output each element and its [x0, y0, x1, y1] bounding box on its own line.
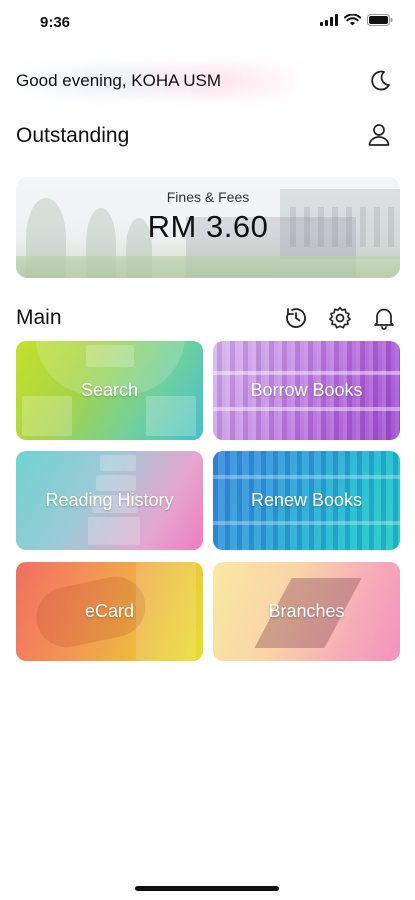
borrow-books-label: Borrow Books	[250, 380, 363, 400]
shelf-line	[213, 521, 400, 525]
desk-decoration	[22, 396, 72, 436]
cellular-icon	[320, 14, 338, 26]
fines-amount: RM 3.60	[147, 209, 269, 244]
reading-history-label: Reading History	[45, 490, 174, 510]
shelf-decoration	[136, 562, 196, 661]
renew-books-label: Renew Books	[250, 490, 363, 510]
branches-tile[interactable]: Branches	[213, 562, 400, 661]
notification-bell-icon[interactable]	[371, 305, 397, 331]
search-tile[interactable]: Search	[16, 341, 203, 440]
reading-history-tile[interactable]: Reading History	[16, 451, 203, 550]
outstanding-title: Outstanding	[16, 124, 130, 147]
book-stack-decoration	[96, 475, 136, 491]
fines-card[interactable]: Fines & Fees RM 3.60	[16, 177, 400, 278]
battery-icon	[367, 14, 393, 26]
book-stack-decoration	[100, 455, 136, 471]
branches-label: Branches	[268, 601, 345, 621]
history-icon[interactable]	[283, 305, 309, 331]
book-stack-decoration	[88, 517, 140, 545]
wifi-icon	[344, 14, 361, 26]
fines-label: Fines & Fees	[166, 189, 250, 205]
search-label: Search	[80, 380, 139, 400]
shelf-line	[213, 475, 400, 479]
greeting-text: Good evening, KOHA USM	[16, 71, 222, 90]
main-actions	[283, 305, 397, 331]
greeting-row: Good evening, KOHA USM	[0, 62, 415, 100]
user-icon[interactable]	[367, 122, 391, 148]
borrow-books-tile[interactable]: Borrow Books	[213, 341, 400, 440]
renew-books-tile[interactable]: Renew Books	[213, 451, 400, 550]
sign-decoration	[86, 345, 134, 367]
ecard-label: eCard	[84, 601, 135, 621]
moon-icon[interactable]	[367, 68, 393, 94]
shelf-line	[213, 371, 400, 375]
main-title: Main	[16, 306, 62, 329]
home-indicator[interactable]	[135, 886, 279, 891]
status-bar: 9:36	[0, 0, 415, 44]
shelf-line	[213, 407, 400, 411]
status-time: 9:36	[40, 14, 71, 31]
ecard-tile[interactable]: eCard	[16, 562, 203, 661]
settings-icon[interactable]	[327, 305, 353, 331]
desk-decoration	[146, 396, 196, 436]
status-icons	[320, 14, 393, 26]
